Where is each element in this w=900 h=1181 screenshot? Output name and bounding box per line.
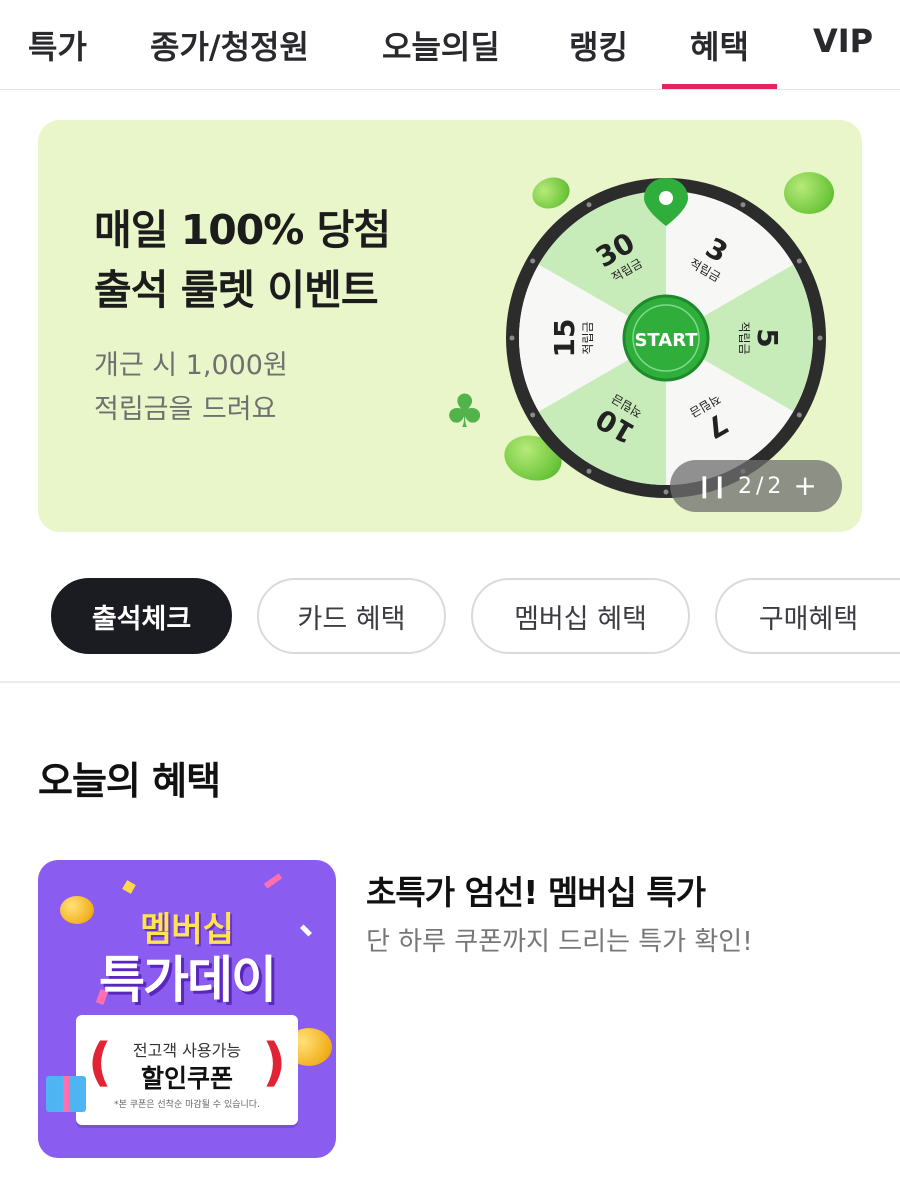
clover-icon: ♣ bbox=[444, 384, 486, 438]
coupon-main-text: 할인쿠폰 bbox=[140, 1064, 233, 1093]
tab-ranking[interactable]: 랭킹 bbox=[569, 22, 628, 68]
tab-todays-deal[interactable]: 오늘의딜 bbox=[382, 22, 500, 68]
benefit-category-chips: 출석체크 카드 혜택 멤버십 혜택 구매혜택 bbox=[0, 576, 900, 658]
indicator-total: 2 bbox=[767, 473, 782, 499]
coupon-note-text: *본 쿠폰은 선착순 마감될 수 있습니다. bbox=[114, 1100, 260, 1110]
wheel-segment-unit: 적립금 bbox=[737, 321, 751, 354]
wheel-segment-value: 5 bbox=[751, 328, 784, 347]
benefit-description: 단 하루 쿠폰까지 드리는 특가 확인! bbox=[366, 927, 753, 957]
chip-attendance-check[interactable]: 출석체크 bbox=[51, 578, 232, 654]
indicator-separator: / bbox=[755, 473, 764, 499]
gift-box-icon bbox=[46, 1076, 86, 1112]
pause-icon[interactable]: ❙❙ bbox=[695, 474, 729, 499]
coupon-top-text: 전고객 사용가능 bbox=[132, 1041, 242, 1060]
confetti bbox=[122, 880, 136, 894]
tab-special-price[interactable]: 특가 bbox=[28, 22, 87, 68]
chip-card-benefits[interactable]: 카드 혜택 bbox=[257, 578, 446, 654]
chip-purchase-benefits[interactable]: 구매혜택 bbox=[715, 578, 900, 654]
thumbnail-label-special-day: 특가데이 bbox=[99, 951, 277, 1009]
event-banner[interactable]: 매일 100% 당첨 출석 룰렛 이벤트 개근 시 1,000원 적립금을 드려… bbox=[38, 120, 862, 532]
plus-icon[interactable]: + bbox=[793, 472, 816, 500]
banner-title: 매일 100% 당첨 출석 룰렛 이벤트 bbox=[94, 200, 391, 320]
benefit-title[interactable]: 초특가 엄선! 멤버십 특가 bbox=[366, 866, 706, 914]
wheel-segment-unit: 적립금 bbox=[581, 321, 595, 354]
top-tab-bar: 특가 종가/청정원 오늘의딜 랭킹 혜택 VIP bbox=[0, 0, 900, 90]
banner-page-indicator[interactable]: ❙❙ 2/2 + bbox=[670, 460, 842, 512]
banner-subtitle-line2: 적립금을 드려요 bbox=[94, 394, 277, 425]
wheel-segment-value: 15 bbox=[548, 319, 581, 358]
banner-title-line1: 매일 100% 당첨 bbox=[94, 206, 391, 254]
indicator-current: 2 bbox=[737, 473, 752, 499]
tab-jongga[interactable]: 종가/청정원 bbox=[150, 22, 309, 68]
section-title: 오늘의 혜택 bbox=[38, 759, 221, 803]
banner-title-line2: 출석 룰렛 이벤트 bbox=[94, 266, 379, 314]
coupon-card: ( ) 전고객 사용가능 할인쿠폰 *본 쿠폰은 선착순 마감될 수 있습니다. bbox=[76, 1015, 298, 1125]
section-divider bbox=[0, 681, 900, 683]
tab-vip[interactable]: VIP bbox=[813, 22, 873, 60]
banner-subtitle-line1: 개근 시 1,000원 bbox=[94, 350, 288, 381]
tab-benefits[interactable]: 혜택 bbox=[662, 22, 777, 89]
banner-subtitle: 개근 시 1,000원 적립금을 드려요 bbox=[94, 344, 288, 432]
roulette-wheel-graphic: 3적립금 5적립금 7적립금 10적립금 15 적립금 30적립금 START bbox=[506, 178, 826, 498]
benefit-thumbnail[interactable]: 멤버십 특가데이 ( ) 전고객 사용가능 할인쿠폰 *본 쿠폰은 선착순 마감… bbox=[38, 860, 336, 1158]
start-button-label: START bbox=[634, 330, 698, 351]
chip-membership-benefits[interactable]: 멤버십 혜택 bbox=[471, 578, 690, 654]
roulette-wheel[interactable]: 3 적립금 5 적립금 7 적립금 10 적립금 15 적립금 30 적립금 START bbox=[504, 176, 828, 500]
confetti bbox=[263, 873, 283, 889]
